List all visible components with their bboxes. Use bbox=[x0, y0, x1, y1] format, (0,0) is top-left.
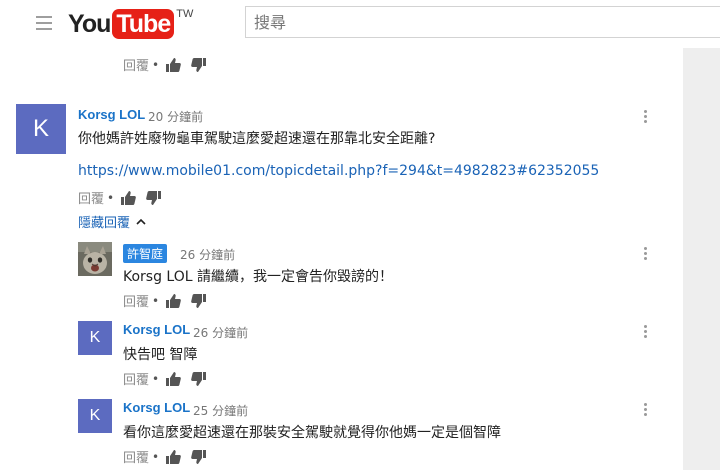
comment-actions: 回覆 • bbox=[123, 447, 217, 466]
reply-button[interactable]: 回覆 bbox=[123, 55, 149, 74]
search-box bbox=[245, 6, 720, 38]
separator-dot: • bbox=[152, 293, 160, 308]
comment-actions: 回覆 • bbox=[123, 291, 217, 310]
youtube-logo[interactable]: You Tube TW bbox=[68, 8, 193, 40]
reply-button[interactable]: 回覆 bbox=[123, 369, 149, 388]
dislike-icon[interactable] bbox=[146, 190, 162, 206]
comment-timestamp[interactable]: 26 分鐘前 bbox=[193, 324, 248, 341]
dislike-icon[interactable] bbox=[191, 371, 207, 387]
chevron-up-icon bbox=[136, 218, 146, 225]
comment-actions: 回覆 • bbox=[123, 369, 217, 388]
previous-comment-actions: 回覆 • bbox=[123, 55, 217, 74]
more-options-icon[interactable] bbox=[644, 403, 648, 418]
hamburger-menu-icon[interactable] bbox=[36, 16, 52, 30]
comment-text: Korsg LOL 請繼續，我一定會告你毀謗的！ bbox=[123, 269, 394, 285]
comment-timestamp[interactable]: 20 分鐘前 bbox=[148, 108, 203, 125]
comment-text: 看你這麼愛超速還在那裝安全駕駛就覺得你他媽一定是個智障 bbox=[123, 425, 501, 441]
hide-replies-button[interactable]: 隱藏回覆 bbox=[78, 212, 146, 231]
comment-text: 你他媽許姓廢物龜車駕駛這麼愛超速還在那靠北安全距離? bbox=[78, 131, 436, 147]
dislike-icon[interactable] bbox=[191, 293, 207, 309]
reply-button[interactable]: 回覆 bbox=[123, 291, 149, 310]
hide-replies-label: 隱藏回覆 bbox=[78, 216, 131, 231]
comment-author[interactable]: Korsg LOL bbox=[123, 322, 190, 337]
like-icon[interactable] bbox=[165, 293, 181, 309]
comment-link[interactable]: https://www.mobile01.com/topicdetail.php… bbox=[78, 163, 599, 179]
masthead: You Tube TW bbox=[0, 0, 720, 48]
like-icon[interactable] bbox=[165, 57, 181, 73]
separator-dot: • bbox=[152, 371, 160, 386]
more-options-icon[interactable] bbox=[644, 110, 648, 125]
separator-dot: • bbox=[107, 190, 115, 205]
logo-tube-text: Tube bbox=[112, 9, 175, 39]
comment-author[interactable]: Korsg LOL bbox=[123, 400, 190, 415]
search-input[interactable] bbox=[246, 7, 720, 37]
comment-text: 快告吧 智障 bbox=[123, 347, 198, 363]
reply-button[interactable]: 回覆 bbox=[78, 188, 104, 207]
comment-actions: 回覆 • bbox=[78, 188, 172, 207]
avatar[interactable]: K bbox=[78, 321, 112, 355]
reply-button[interactable]: 回覆 bbox=[123, 447, 149, 466]
separator-dot: • bbox=[152, 449, 160, 464]
avatar[interactable] bbox=[78, 242, 112, 276]
comment-author[interactable]: 許智庭 bbox=[123, 244, 168, 263]
more-options-icon[interactable] bbox=[644, 325, 648, 340]
comment-timestamp[interactable]: 25 分鐘前 bbox=[193, 402, 248, 419]
logo-you-text: You bbox=[68, 10, 111, 38]
like-icon[interactable] bbox=[165, 449, 181, 465]
avatar[interactable]: K bbox=[16, 104, 66, 154]
logo-region-label: TW bbox=[176, 8, 194, 20]
more-options-icon[interactable] bbox=[644, 247, 648, 262]
comment-timestamp[interactable]: 26 分鐘前 bbox=[180, 246, 235, 263]
dislike-icon[interactable] bbox=[191, 57, 207, 73]
avatar[interactable]: K bbox=[78, 399, 112, 433]
like-icon[interactable] bbox=[165, 371, 181, 387]
like-icon[interactable] bbox=[120, 190, 136, 206]
comment-author[interactable]: Korsg LOL bbox=[78, 107, 145, 122]
right-side-column bbox=[683, 48, 720, 470]
dislike-icon[interactable] bbox=[191, 449, 207, 465]
separator-dot: • bbox=[152, 57, 160, 72]
